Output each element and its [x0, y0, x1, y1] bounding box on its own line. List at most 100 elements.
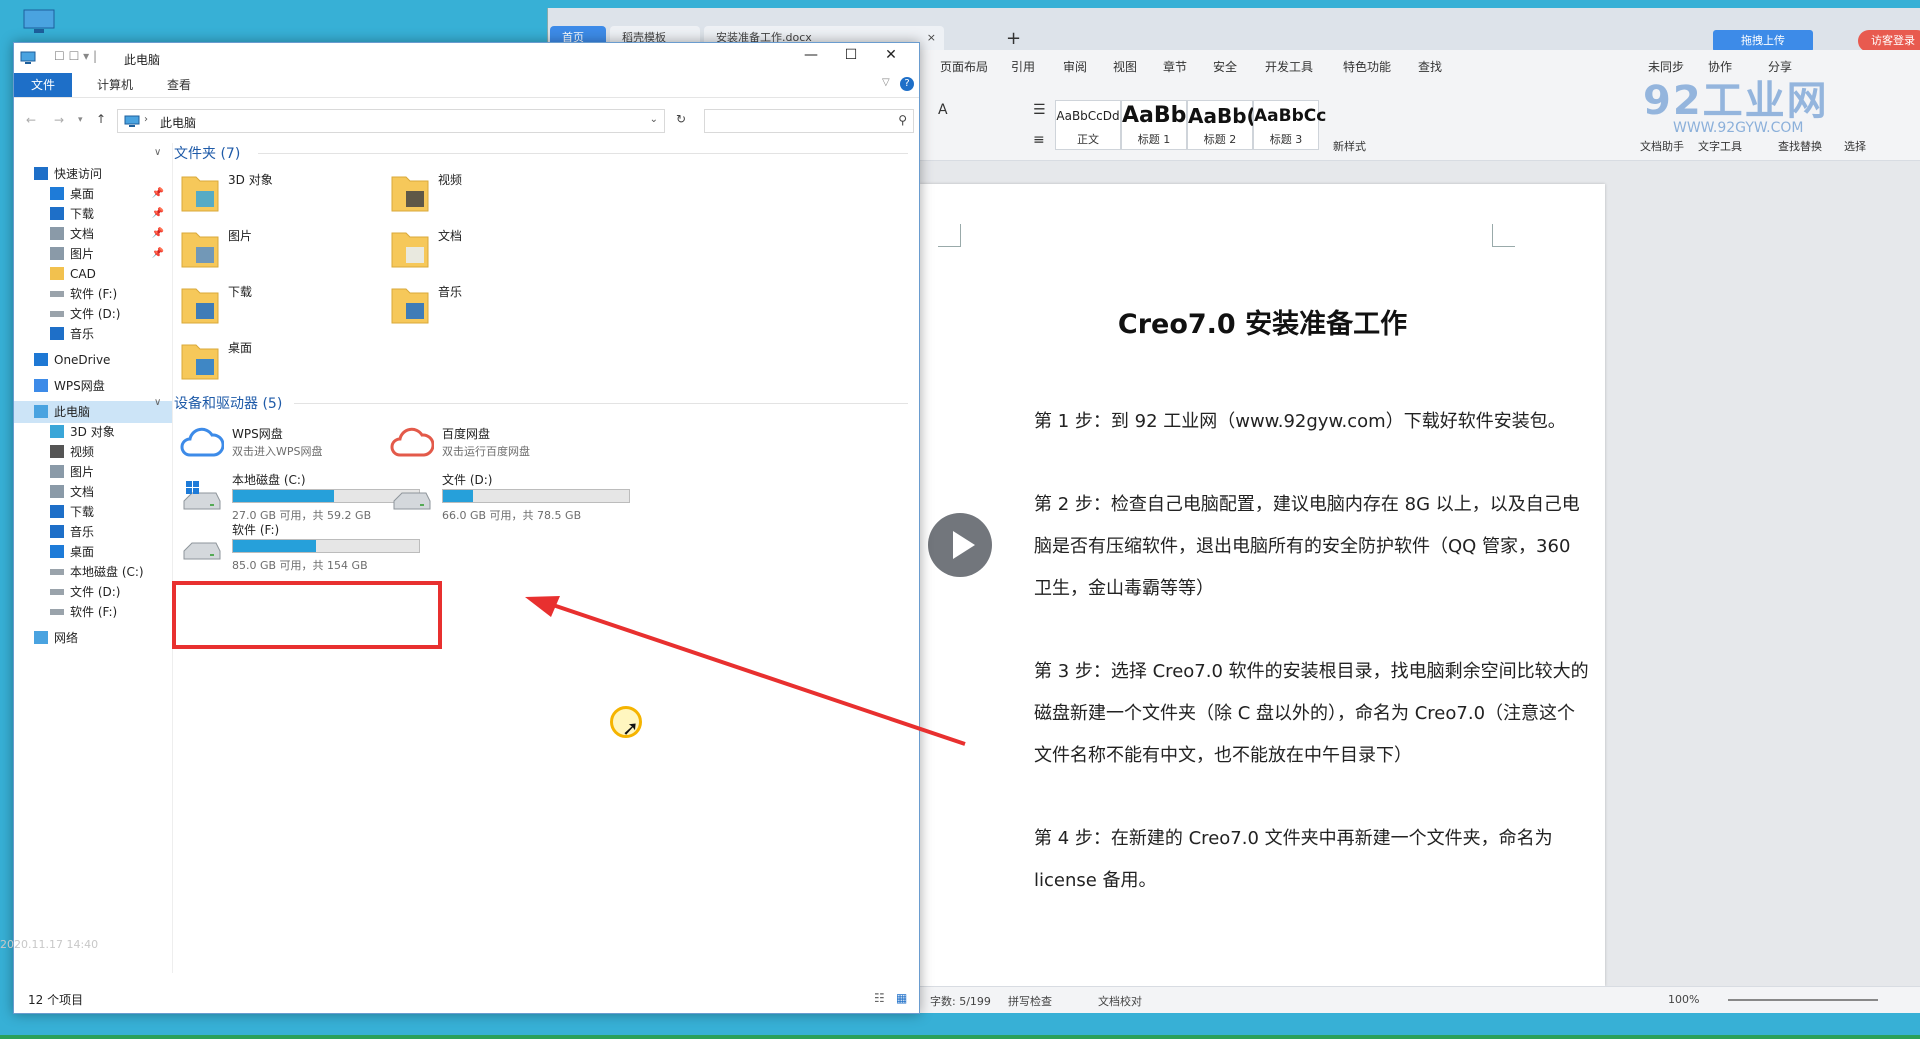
nav-item[interactable]: 软件 (F:): [14, 601, 172, 623]
nav-item-label: 软件 (F:): [70, 605, 118, 619]
new-style-button[interactable]: 新样式: [1333, 138, 1366, 154]
close-tab-icon[interactable]: ×: [927, 26, 936, 50]
address-bar[interactable]: › 此电脑 ⌄: [117, 109, 665, 133]
menu-review[interactable]: 审阅: [1063, 58, 1087, 75]
nav-item[interactable]: 软件 (F:): [14, 283, 172, 305]
folder-item[interactable]: 文档: [390, 221, 650, 273]
forward-arrow-icon[interactable]: →: [54, 113, 64, 127]
text-tools-button[interactable]: 文字工具: [1698, 138, 1742, 154]
find-replace-button[interactable]: 查找替换: [1778, 138, 1822, 154]
back-arrow-icon[interactable]: ←: [26, 113, 36, 127]
select-button[interactable]: 选择: [1844, 138, 1866, 154]
doc-proofread-button[interactable]: 文档校对: [1098, 993, 1142, 1009]
explorer-ribbon-tabs: 文件 计算机 查看 ▽ ?: [14, 73, 919, 98]
menu-page-layout[interactable]: 页面布局: [940, 58, 988, 75]
nav-item[interactable]: 下载 📌: [14, 203, 172, 225]
nav-item[interactable]: 文件 (D:): [14, 581, 172, 603]
recent-chevron-icon[interactable]: ▾: [78, 115, 83, 125]
chevron-down-icon[interactable]: ∨: [154, 397, 161, 408]
nav-item-label: 网络: [54, 631, 79, 645]
nav-item[interactable]: 图片: [14, 461, 172, 483]
menu-chapter[interactable]: 章节: [1163, 58, 1187, 75]
style-heading-1[interactable]: AaBb 标题 1: [1121, 100, 1187, 150]
play-video-icon[interactable]: [928, 513, 992, 577]
maximize-icon[interactable]: ☐: [831, 47, 871, 63]
nav-item[interactable]: 文档 📌: [14, 223, 172, 245]
document-page[interactable]: Creo7.0 安装准备工作 第 1 步：到 92 工业网（www.92gyw.…: [920, 184, 1605, 986]
details-view-icon[interactable]: ☷: [874, 991, 885, 1005]
refresh-icon[interactable]: ↻: [676, 112, 686, 126]
film-icon: [50, 445, 64, 458]
folder-icon: [181, 176, 219, 212]
large-icons-view-icon[interactable]: ▦: [896, 991, 907, 1005]
tab-computer[interactable]: 计算机: [80, 73, 150, 97]
zoom-slider[interactable]: [1728, 999, 1878, 1001]
menu-features[interactable]: 特色功能: [1343, 58, 1391, 75]
drive-item[interactable]: 文件 (D:) 66.0 GB 可用，共 78.5 GB: [390, 469, 650, 525]
menu-references[interactable]: 引用: [1011, 58, 1035, 75]
cloud-drive-item[interactable]: 百度网盘 双击运行百度网盘: [390, 421, 650, 465]
drive-usage-fill: [233, 540, 316, 552]
nav-item[interactable]: 桌面: [14, 541, 172, 563]
search-input[interactable]: ⚲: [704, 109, 914, 133]
nav-item[interactable]: 视频: [14, 441, 172, 463]
tab-view[interactable]: 查看: [150, 73, 208, 97]
word-count[interactable]: 字数: 5/199: [930, 993, 991, 1009]
nav-item[interactable]: 文档: [14, 481, 172, 503]
nav-item[interactable]: 3D 对象: [14, 421, 172, 443]
nav-item[interactable]: 此电脑: [14, 401, 172, 423]
style-heading-3[interactable]: AaBbCc 标题 3: [1253, 100, 1326, 150]
nav-item[interactable]: 图片 📌: [14, 243, 172, 265]
devices-section-header[interactable]: 设备和驱动器 (5): [174, 393, 282, 413]
nav-item[interactable]: 桌面 📌: [14, 183, 172, 205]
help-icon[interactable]: ?: [900, 77, 914, 91]
align-left-icon[interactable]: ≡: [1033, 132, 1045, 148]
font-color-icon[interactable]: A: [938, 102, 948, 118]
bullets-icon[interactable]: ☰: [1033, 102, 1046, 118]
nav-item[interactable]: 音乐: [14, 521, 172, 543]
spell-check-button[interactable]: 拼写检查: [1008, 993, 1052, 1009]
up-arrow-icon[interactable]: ↑: [96, 112, 106, 126]
chevron-down-icon[interactable]: ▽: [882, 77, 890, 88]
tab-file[interactable]: 文件: [14, 73, 72, 97]
chevron-down-icon[interactable]: ∨: [154, 147, 161, 158]
quick-access-toolbar-icons[interactable]: ☐ ☐ ▾ |: [54, 49, 97, 63]
nav-item-label: 本地磁盘 (C:): [70, 565, 144, 579]
address-dropdown-icon[interactable]: ⌄: [650, 114, 658, 125]
minimize-icon[interactable]: —: [791, 47, 831, 63]
cloud-icon: [390, 427, 434, 457]
explorer-title-bar: ☐ ☐ ▾ | 此电脑 — ☐ ✕: [14, 43, 919, 73]
menu-developer[interactable]: 开发工具: [1265, 58, 1313, 75]
nav-item[interactable]: 本地磁盘 (C:): [14, 561, 172, 583]
zoom-level[interactable]: 100%: [1668, 993, 1699, 1006]
desktop-computer-icon[interactable]: [22, 8, 56, 36]
visitor-login-button[interactable]: 访客登录: [1858, 30, 1920, 52]
nav-item[interactable]: 音乐: [14, 323, 172, 345]
drag-upload-button[interactable]: 拖拽上传: [1713, 30, 1813, 52]
nav-item[interactable]: 下载: [14, 501, 172, 523]
cloud-name: WPS网盘: [232, 427, 283, 441]
menu-security[interactable]: 安全: [1213, 58, 1237, 75]
nav-item-label: 此电脑: [54, 405, 91, 419]
hard-drive-icon: [393, 492, 431, 510]
nav-item[interactable]: WPS网盘: [14, 375, 172, 397]
style-heading-2[interactable]: AaBb( 标题 2: [1187, 100, 1256, 150]
close-icon[interactable]: ✕: [871, 47, 911, 63]
folder-item[interactable]: 视频: [390, 165, 650, 217]
folder-item[interactable]: 音乐: [390, 277, 650, 329]
nav-item[interactable]: 快速访问: [14, 163, 172, 185]
menu-view[interactable]: 视图: [1113, 58, 1137, 75]
drive-item[interactable]: 软件 (F:) 85.0 GB 可用，共 154 GB: [180, 519, 440, 575]
nav-item[interactable]: CAD: [14, 263, 172, 285]
folder-item[interactable]: 桌面: [180, 333, 440, 385]
site-watermark-url: WWW.92GYW.COM: [1673, 120, 1804, 136]
nav-item[interactable]: 网络: [14, 627, 172, 649]
folder-label: 视频: [438, 173, 463, 187]
folders-section-header[interactable]: 文件夹 (7): [174, 143, 240, 163]
doc-assistant-button[interactable]: 文档助手: [1640, 138, 1684, 154]
nav-item[interactable]: OneDrive: [14, 349, 172, 371]
style-normal[interactable]: AaBbCcDd 正文: [1055, 100, 1121, 150]
nav-item[interactable]: 文件 (D:): [14, 303, 172, 325]
menu-find[interactable]: 查找: [1418, 58, 1442, 75]
new-tab-icon[interactable]: +: [1006, 28, 1021, 49]
